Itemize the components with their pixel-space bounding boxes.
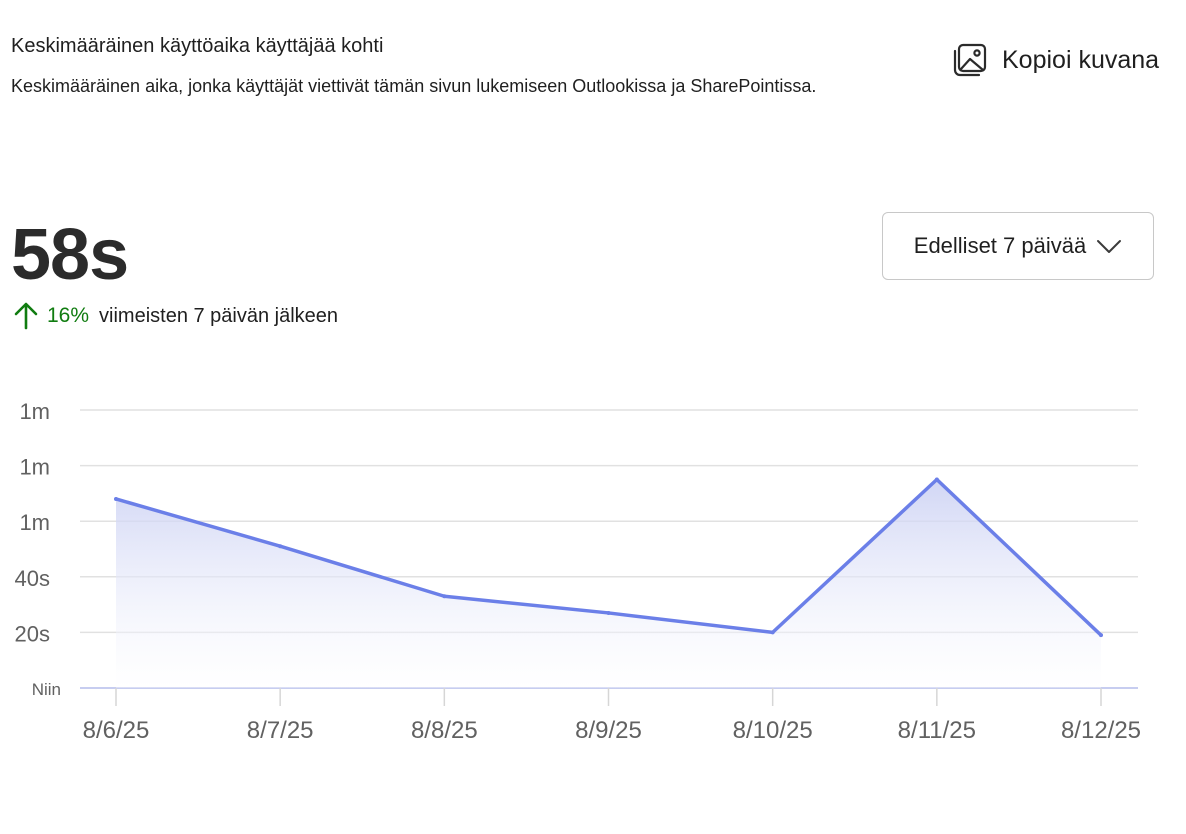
x-tick-label: 8/11/25 bbox=[898, 717, 976, 744]
series-area-fill bbox=[116, 479, 1101, 688]
trend-indicator: 16% viimeisten 7 päivän jälkeen bbox=[13, 302, 338, 330]
x-tick-label: 8/6/25 bbox=[83, 717, 150, 744]
data-point[interactable] bbox=[442, 594, 447, 599]
data-point[interactable] bbox=[1099, 633, 1103, 638]
data-point[interactable] bbox=[114, 496, 118, 501]
y-tick-label: 1m bbox=[19, 510, 50, 535]
x-tick-label: 8/12/25 bbox=[1061, 717, 1141, 744]
trend-suffix: viimeisten 7 päivän jälkeen bbox=[99, 304, 339, 327]
chart-subtitle: Keskimääräinen aika, jonka käyttäjät vie… bbox=[11, 76, 817, 96]
y-tick-label: Niin bbox=[32, 680, 61, 699]
x-tick-label: 8/10/25 bbox=[733, 717, 813, 744]
chevron-down-icon bbox=[1096, 238, 1122, 254]
data-point[interactable] bbox=[770, 630, 775, 635]
image-copy-icon bbox=[952, 42, 988, 78]
y-tick-label: 40s bbox=[15, 566, 50, 591]
summary-value: 58s bbox=[11, 215, 129, 295]
x-tick-label: 8/7/25 bbox=[247, 717, 314, 744]
x-tick-label: 8/9/25 bbox=[575, 717, 642, 744]
copy-as-image-label: Kopioi kuvana bbox=[1002, 45, 1160, 74]
usage-area-chart: Niin 20s 40s 1m 1m 1m 8/6/25 8/7/25 8/8/25 8/9/2… bbox=[15, 399, 1142, 744]
data-point[interactable] bbox=[934, 477, 939, 482]
period-dropdown[interactable]: Edelliset 7 päivää bbox=[882, 212, 1154, 280]
y-tick-label: 1m bbox=[19, 399, 50, 424]
period-dropdown-label: Edelliset 7 päivää bbox=[913, 233, 1087, 258]
data-point[interactable] bbox=[606, 610, 611, 615]
data-point[interactable] bbox=[278, 544, 283, 549]
copy-as-image-button[interactable]: Kopioi kuvana bbox=[952, 42, 1159, 78]
arrow-up-icon bbox=[13, 302, 39, 330]
trend-percent: 16% bbox=[47, 304, 90, 327]
y-tick-label: 20s bbox=[15, 621, 50, 646]
chart-title: Keskimääräinen käyttöaika käyttäjää koht… bbox=[11, 35, 384, 57]
x-tick-label: 8/8/25 bbox=[411, 717, 478, 744]
y-tick-label: 1m bbox=[19, 455, 50, 480]
